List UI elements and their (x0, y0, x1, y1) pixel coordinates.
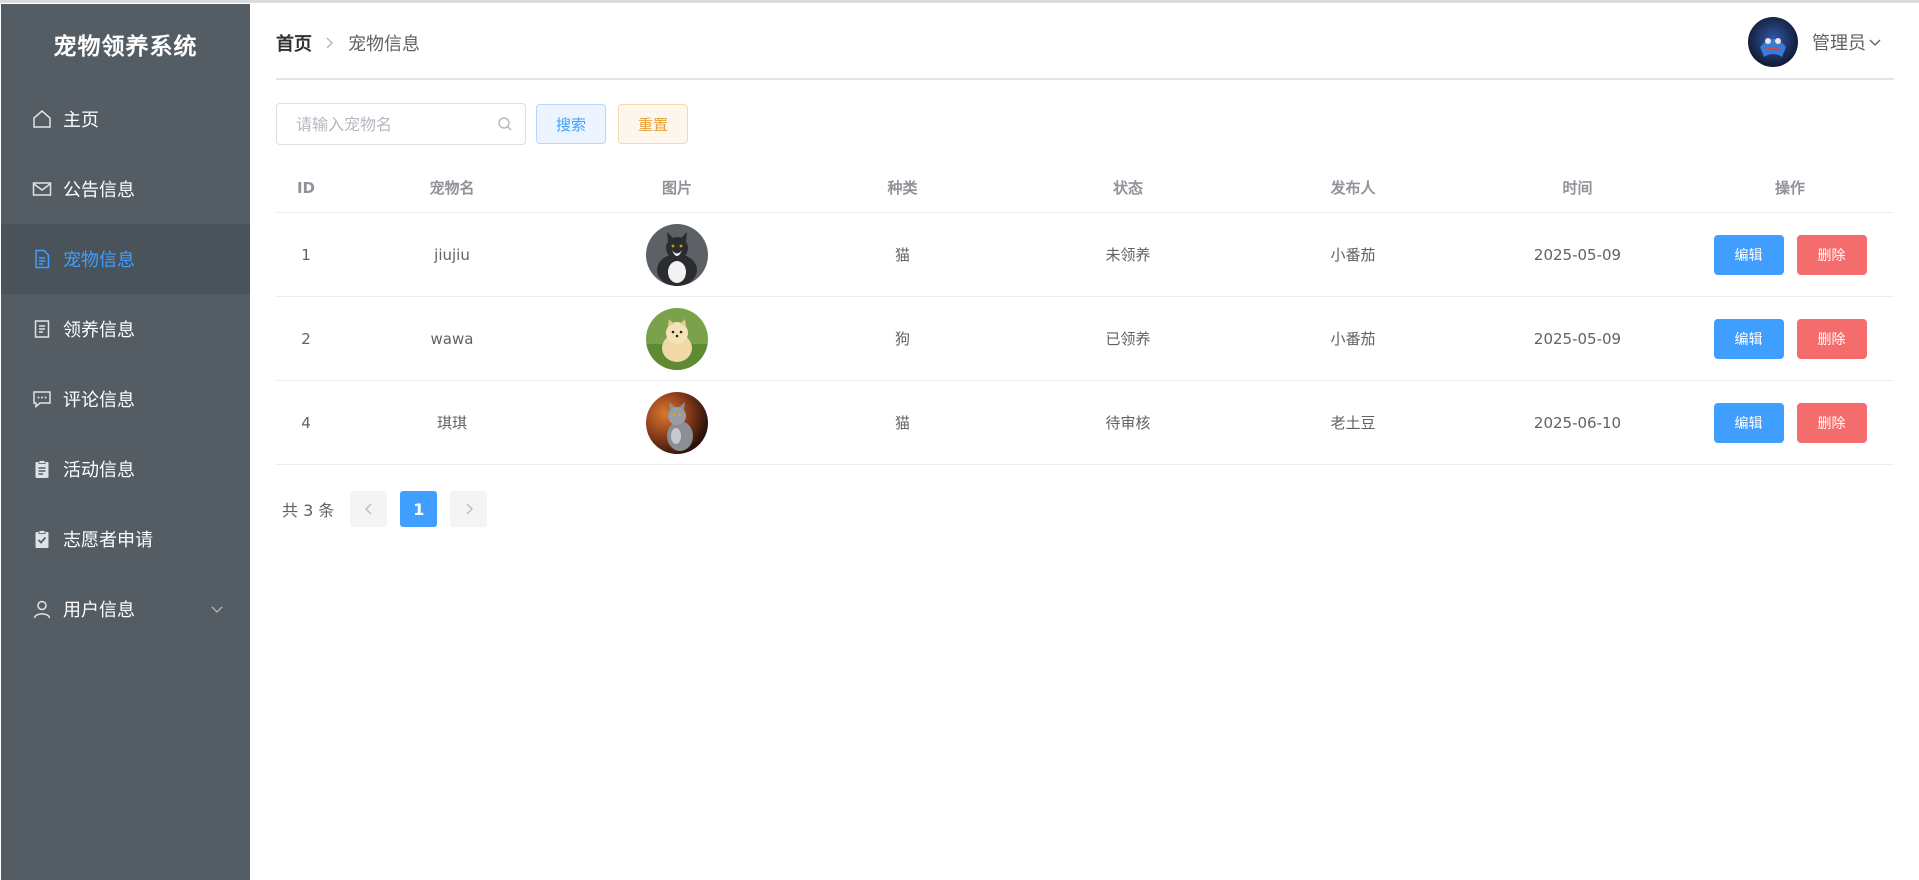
cell-time: 2025-05-09 (1533, 245, 1622, 264)
cell-image (568, 223, 786, 286)
cell-time: 2025-06-10 (1533, 413, 1622, 432)
cell-publisher: 小番茄 (1330, 246, 1376, 264)
cell-image (568, 307, 786, 370)
column-header: 时间 (1562, 179, 1593, 197)
cell-publisher: 小番茄 (1330, 330, 1376, 348)
column-header: ID (296, 178, 316, 197)
sidebar-item-volunteer[interactable]: 志愿者申请 (1, 504, 250, 574)
cell-status: 已领养 (1105, 330, 1151, 348)
pet-photo[interactable] (646, 307, 708, 370)
delete-button[interactable]: 删除 (1796, 402, 1867, 443)
cell-actions: 编辑 删除 (1686, 234, 1894, 275)
cell-actions: 编辑 删除 (1686, 318, 1894, 359)
cell-type: 狗 (894, 330, 910, 348)
header: 首页 宠物信息 管理员 (276, 4, 1894, 80)
user-menu[interactable]: 管理员 (1748, 17, 1882, 67)
comment-icon (31, 388, 53, 410)
prev-page-button[interactable] (350, 491, 388, 527)
cell-name: wawa (430, 329, 474, 348)
next-page-button[interactable] (450, 491, 488, 527)
clipboard-icon (31, 458, 53, 480)
cell-publisher: 老土豆 (1330, 414, 1376, 432)
sidebar-item-comments[interactable]: 评论信息 (1, 364, 250, 434)
cell-id: 4 (301, 413, 311, 432)
cell-status: 待审核 (1105, 414, 1151, 432)
top-border (0, 0, 1919, 3)
search-input[interactable] (277, 104, 525, 144)
column-header: 操作 (1774, 179, 1805, 197)
chevron-right-icon (324, 36, 336, 50)
search-button[interactable]: 搜索 (536, 104, 606, 144)
edit-button[interactable]: 编辑 (1713, 402, 1784, 443)
app-root: 宠物领养系统 主页 公告信息 宠物信息 领养信息 评论信息 活动信息 志愿者申请… (0, 0, 1919, 880)
delete-button[interactable]: 删除 (1796, 234, 1867, 275)
user-name[interactable]: 管理员 (1812, 29, 1866, 55)
cell-type: 猫 (894, 246, 910, 264)
cell-status: 未领养 (1105, 246, 1151, 264)
cell-id: 2 (301, 329, 311, 348)
cell-type: 猫 (894, 414, 910, 432)
table-header: ID 宠物名 图片 种类 状态 发布人 时间 操作 (276, 163, 1894, 213)
chevron-right-icon (466, 503, 473, 515)
search-box (276, 103, 526, 145)
document-icon (31, 248, 53, 270)
cell-actions: 编辑 删除 (1686, 402, 1894, 443)
sidebar-item-label: 主页 (63, 110, 99, 131)
table-row: 2 wawa 狗 已领养 小番茄 2025-05-09 编辑 删除 (276, 297, 1894, 381)
sidebar-item-announcements[interactable]: 公告信息 (1, 154, 250, 224)
cell-time: 2025-05-09 (1533, 329, 1622, 348)
pet-photo[interactable] (646, 391, 708, 454)
edit-button[interactable]: 编辑 (1713, 318, 1784, 359)
breadcrumb-home[interactable]: 首页 (276, 30, 312, 56)
column-header: 图片 (661, 179, 692, 197)
pets-table: ID 宠物名 图片 种类 状态 发布人 时间 操作 1 jiujiu 猫 未领养… (276, 163, 1894, 465)
sidebar-item-label: 宠物信息 (63, 250, 135, 271)
cell-name: 琪琪 (436, 414, 467, 432)
column-header: 种类 (887, 179, 918, 197)
sidebar-item-label: 领养信息 (63, 320, 135, 341)
chevron-left-icon (364, 503, 372, 515)
sidebar-item-label: 志愿者申请 (63, 530, 153, 551)
search-icon[interactable] (497, 116, 513, 132)
cell-id: 1 (301, 245, 311, 264)
pagination: 共 3 条 1 (282, 491, 488, 527)
column-header: 发布人 (1330, 179, 1376, 197)
breadcrumb: 首页 宠物信息 (276, 30, 420, 56)
cell-image (568, 391, 786, 454)
column-header: 宠物名 (429, 179, 475, 197)
page-number-button[interactable]: 1 (400, 491, 438, 527)
sidebar: 宠物领养系统 主页 公告信息 宠物信息 领养信息 评论信息 活动信息 志愿者申请… (1, 4, 250, 880)
chevron-down-icon[interactable] (1868, 35, 1882, 49)
sidebar-item-label: 评论信息 (63, 390, 135, 411)
pet-photo[interactable] (646, 223, 708, 286)
cell-name: jiujiu (434, 245, 470, 264)
table-row: 1 jiujiu 猫 未领养 小番茄 2025-05-09 编辑 删除 (276, 213, 1894, 297)
envelope-icon (31, 178, 53, 200)
sidebar-item-home[interactable]: 主页 (1, 84, 250, 154)
delete-button[interactable]: 删除 (1796, 318, 1867, 359)
sidebar-item-label: 公告信息 (63, 180, 135, 201)
notes-icon (31, 318, 53, 340)
sidebar-item-activities[interactable]: 活动信息 (1, 434, 250, 504)
sidebar-item-label: 活动信息 (63, 460, 135, 481)
chevron-down-icon (210, 600, 224, 614)
home-icon (31, 108, 53, 130)
app-title: 宠物领养系统 (53, 34, 198, 60)
column-header: 状态 (1112, 179, 1143, 197)
sidebar-item-pets[interactable]: 宠物信息 (1, 224, 250, 294)
edit-button[interactable]: 编辑 (1713, 234, 1784, 275)
breadcrumb-current: 宠物信息 (348, 34, 420, 55)
sidebar-item-label: 用户信息 (63, 600, 135, 621)
clipboard-check-icon (31, 528, 53, 550)
user-icon (31, 598, 53, 620)
search-bar: 搜索 重置 (276, 103, 688, 145)
pagination-total: 共 3 条 (282, 501, 335, 520)
table-row: 4 琪琪 猫 待审核 老土豆 2025-06-10 编辑 删除 (276, 381, 1894, 465)
sidebar-item-users[interactable]: 用户信息 (1, 574, 250, 644)
reset-button[interactable]: 重置 (618, 104, 688, 144)
avatar[interactable] (1748, 17, 1798, 67)
sidebar-item-adoptions[interactable]: 领养信息 (1, 294, 250, 364)
